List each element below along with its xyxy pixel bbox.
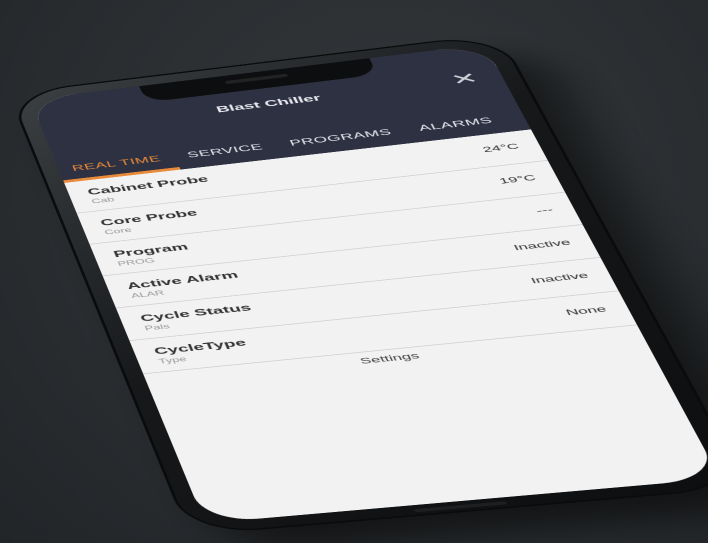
- row-value: Inactive: [512, 238, 573, 253]
- row-code: ALAR: [129, 289, 166, 300]
- row-code: Pals: [143, 322, 171, 332]
- row-label: Cycle Status: [138, 301, 254, 324]
- scene-background: Blast Chiller ✕ REAL TIMESERVICEPROGRAMS…: [0, 0, 708, 543]
- row-label: Active Alarm: [124, 269, 240, 292]
- row-value: 24°C: [481, 142, 521, 155]
- row-value: None: [564, 304, 609, 318]
- phone-screen: Blast Chiller ✕ REAL TIMESERVICEPROGRAMS…: [29, 44, 708, 524]
- row-label: CycleType: [152, 336, 248, 357]
- row-code: Type: [157, 355, 188, 366]
- row-code: Cab: [90, 195, 116, 205]
- earpiece-speaker: [224, 73, 289, 85]
- row-label: Core Probe: [98, 207, 199, 228]
- phone-device: Blast Chiller ✕ REAL TIMESERVICEPROGRAMS…: [11, 34, 708, 535]
- row-value: ---: [534, 205, 555, 216]
- row-value: 19°C: [497, 173, 538, 186]
- row-code: Core: [103, 226, 133, 236]
- row-value: Inactive: [529, 271, 591, 286]
- close-icon[interactable]: ✕: [444, 69, 486, 88]
